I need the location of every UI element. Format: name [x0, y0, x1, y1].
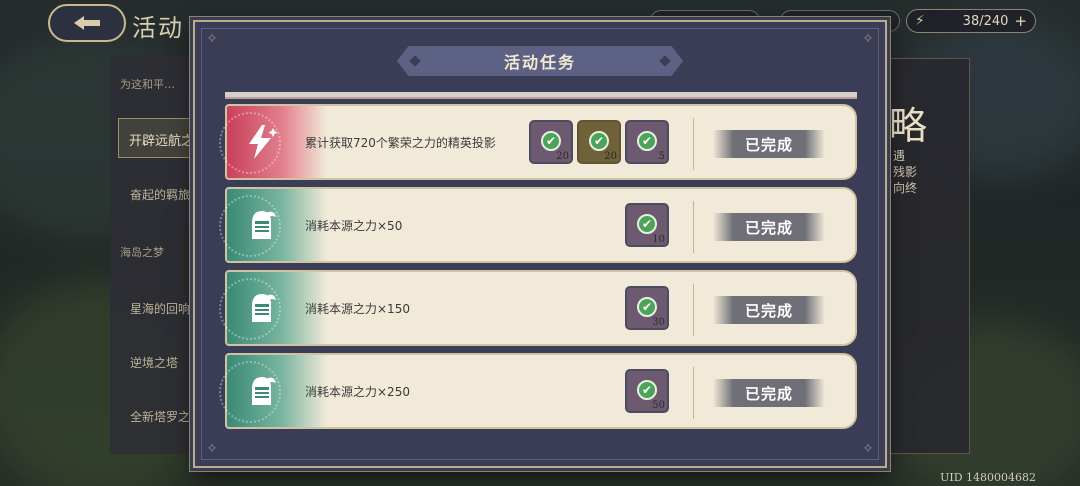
reward-quantity: 20	[604, 151, 617, 162]
reward-item[interactable]: ✔ 30	[625, 286, 669, 330]
event-group-title: 为这和平…	[120, 78, 175, 91]
corner-ornament-icon: ✧	[206, 31, 218, 47]
claimed-check-icon: ✔	[637, 131, 657, 151]
corner-ornament-icon: ✧	[862, 31, 874, 47]
event-item[interactable]: 逆境之塔	[130, 354, 178, 371]
completed-status-badge: 已完成	[713, 213, 825, 241]
task-description: 消耗本源之力×150	[305, 301, 410, 316]
claimed-check-icon: ✔	[541, 131, 561, 151]
reward-item[interactable]: ✔ 10	[625, 203, 669, 247]
task-row: 累计获取720个繁荣之力的精英投影 ✔ 20 ✔ 20 ✔ 5 已完成	[219, 104, 857, 180]
corner-ornament-icon: ✧	[206, 441, 218, 457]
completed-status-badge: 已完成	[713, 379, 825, 407]
task-row: 消耗本源之力×50 ✔ 10 已完成	[219, 187, 857, 263]
event-item[interactable]: 奋起的羁旅…	[130, 186, 202, 203]
stamina-counter[interactable]: ⚡ 38/240 +	[906, 9, 1036, 33]
back-button[interactable]	[48, 4, 126, 42]
uid-label: UID 1480004682	[940, 471, 1036, 484]
reward-quantity: 30	[652, 317, 665, 328]
knight-helmet-icon	[252, 294, 276, 322]
event-detail-panel: 略 遇 残影 向终	[884, 58, 970, 454]
reward-quantity: 5	[658, 151, 665, 162]
event-detail-text: 遇	[893, 149, 906, 163]
page-title: 活动	[132, 14, 184, 42]
lightning-badge-icon	[249, 125, 278, 159]
completed-status-badge: 已完成	[713, 130, 825, 158]
reward-quantity: 10	[652, 234, 665, 245]
event-group-title: 海岛之梦	[120, 246, 164, 259]
reward-quantity: 20	[556, 151, 569, 162]
corner-ornament-icon: ✧	[862, 441, 874, 457]
claimed-check-icon: ✔	[637, 297, 657, 317]
event-list-panel: 为这和平… 开辟远航之… 奋起的羁旅… 海岛之梦 星海的回响… 逆境之塔 全新塔…	[110, 56, 202, 454]
reward-item[interactable]: ✔ 50	[625, 369, 669, 413]
stamina-value: 38/240	[962, 13, 1009, 29]
knight-helmet-icon	[252, 377, 276, 405]
stamina-add-button[interactable]: +	[1014, 12, 1027, 30]
task-description: 累计获取720个繁荣之力的精英投影	[305, 135, 496, 150]
reward-item[interactable]: ✔ 20	[577, 120, 621, 164]
task-description: 消耗本源之力×50	[305, 218, 403, 233]
row-divider	[693, 284, 694, 336]
list-top-divider	[225, 92, 857, 99]
reward-item[interactable]: ✔ 5	[625, 120, 669, 164]
event-item-active[interactable]: 开辟远航之…	[118, 118, 198, 158]
modal-title: 活动任务	[503, 53, 576, 72]
task-row: 消耗本源之力×150 ✔ 30 已完成	[219, 270, 857, 346]
row-divider	[693, 201, 694, 253]
event-item[interactable]: 全新塔罗之…	[130, 408, 202, 425]
event-detail-text: 向终	[893, 181, 918, 195]
reward-quantity: 50	[652, 400, 665, 411]
stamina-bolt-icon: ⚡	[915, 13, 925, 29]
claimed-check-icon: ✔	[637, 214, 657, 234]
event-detail-text: 残影	[893, 165, 918, 179]
completed-status-badge: 已完成	[713, 296, 825, 324]
event-task-modal: ✧ ✧ ✧ ✧ 活动任务 累计获取720个繁荣之力的精英投影 ✔ 20 ✔ 20…	[193, 20, 887, 468]
row-divider	[693, 118, 694, 170]
claimed-check-icon: ✔	[589, 131, 609, 151]
task-row: 消耗本源之力×250 ✔ 50 已完成	[219, 353, 857, 429]
event-item[interactable]: 星海的回响…	[130, 300, 202, 317]
reward-item[interactable]: ✔ 20	[529, 120, 573, 164]
claimed-check-icon: ✔	[637, 380, 657, 400]
back-arrow-icon	[74, 16, 100, 30]
knight-helmet-icon	[252, 211, 276, 239]
modal-title-bar: 活动任务	[397, 46, 683, 76]
row-divider	[693, 367, 694, 419]
event-detail-heading: 略	[889, 104, 928, 148]
task-description: 消耗本源之力×250	[305, 384, 410, 399]
